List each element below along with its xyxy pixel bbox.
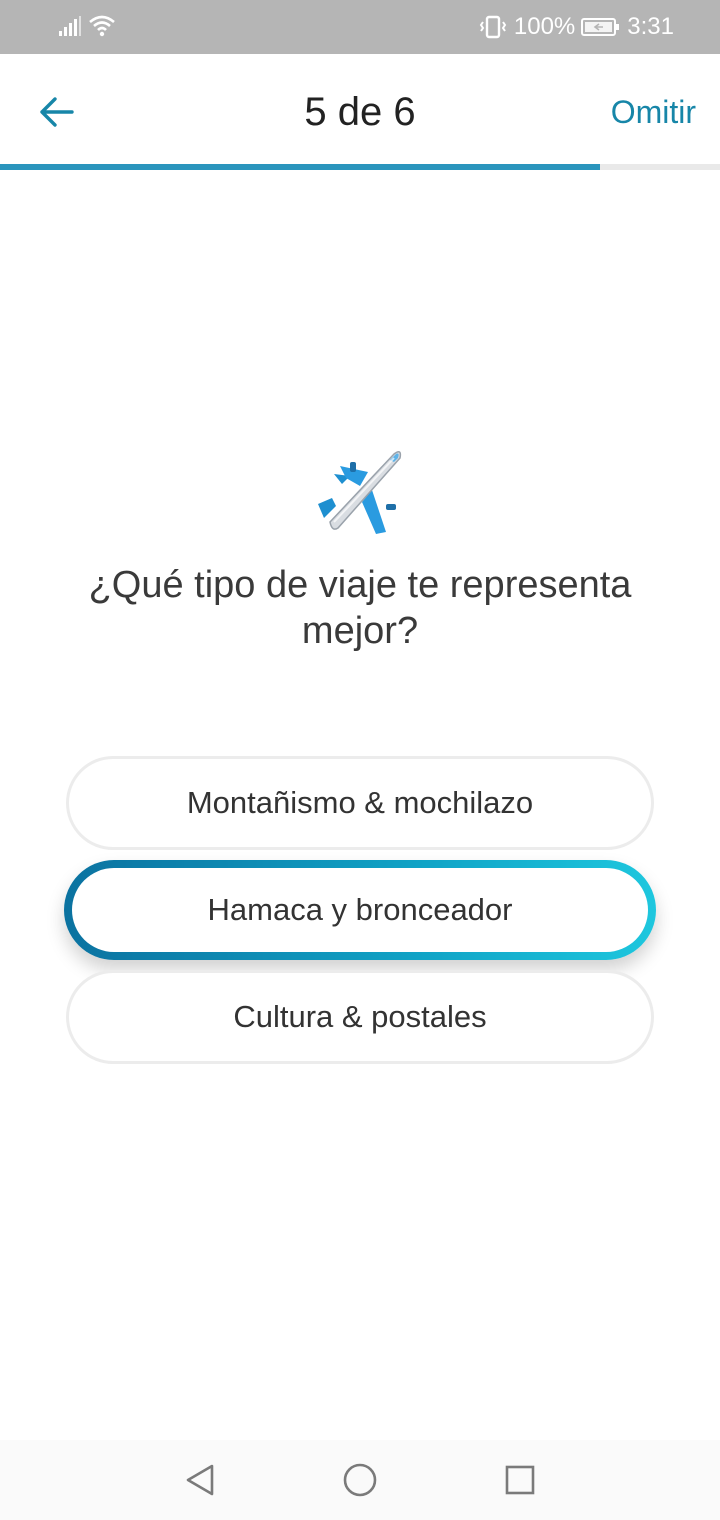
option-cultura[interactable]: Cultura & postales [66, 970, 654, 1064]
option-hamaca-selected[interactable]: Hamaca y bronceador [64, 860, 656, 960]
option-selected-inner: Hamaca y bronceador [72, 868, 648, 952]
nav-back-button[interactable] [180, 1460, 220, 1500]
progress-fill [0, 164, 600, 170]
skip-button[interactable]: Omitir [611, 92, 696, 132]
option-montanismo[interactable]: Montañismo & mochilazo [66, 756, 654, 850]
option-label: Cultura & postales [233, 999, 487, 1034]
airplane-icon [318, 451, 402, 534]
progress-bar [0, 164, 720, 170]
option-label: Hamaca y bronceador [207, 892, 513, 927]
status-right: 100% 3:31 [478, 12, 674, 42]
vibrate-icon [479, 15, 507, 39]
status-bar: 100% 3:31 [0, 0, 720, 54]
option-label: Montañismo & mochilazo [186, 785, 534, 820]
status-left [58, 14, 116, 38]
screen: 100% 3:31 5 de 6 Omitir ¿Qué tipo de via… [0, 0, 720, 1520]
system-nav-bar [0, 1440, 720, 1520]
recents-square-icon [505, 1465, 535, 1495]
battery-icon [581, 18, 620, 36]
header: 5 de 6 Omitir [0, 54, 720, 166]
signal-icon [59, 16, 81, 36]
nav-home-button[interactable] [340, 1460, 380, 1500]
wifi-icon [89, 15, 115, 37]
clock: 3:31 [627, 13, 674, 40]
battery-percent: 100% [513, 13, 576, 40]
home-circle-icon [343, 1463, 377, 1497]
back-triangle-icon [186, 1464, 214, 1496]
nav-recents-button[interactable] [500, 1460, 540, 1500]
question-text: ¿Qué tipo de viaje te representa mejor? [88, 564, 632, 652]
